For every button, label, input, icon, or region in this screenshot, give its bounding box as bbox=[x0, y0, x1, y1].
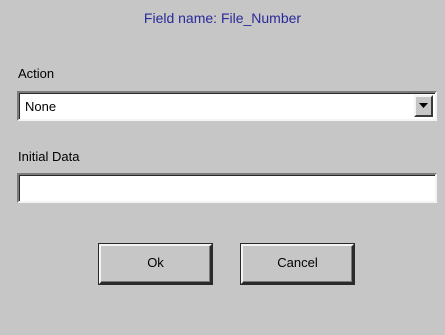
ok-button-label: Ok bbox=[147, 255, 164, 270]
dropdown-arrow-button[interactable] bbox=[414, 95, 433, 117]
action-dropdown-value: None bbox=[25, 99, 57, 114]
field-name-title: Field name: File_Number bbox=[143, 10, 302, 26]
field-properties-dialog: Field name: File_Number Action None Init… bbox=[0, 0, 445, 335]
cancel-button-label: Cancel bbox=[277, 255, 318, 270]
initial-data-input[interactable] bbox=[17, 173, 437, 203]
action-label: Action bbox=[18, 66, 55, 81]
chevron-down-icon bbox=[419, 103, 428, 108]
initial-data-label: Initial Data bbox=[18, 149, 80, 164]
action-dropdown[interactable]: None bbox=[17, 91, 437, 121]
cancel-button[interactable]: Cancel bbox=[241, 244, 354, 284]
ok-button[interactable]: Ok bbox=[99, 244, 212, 284]
